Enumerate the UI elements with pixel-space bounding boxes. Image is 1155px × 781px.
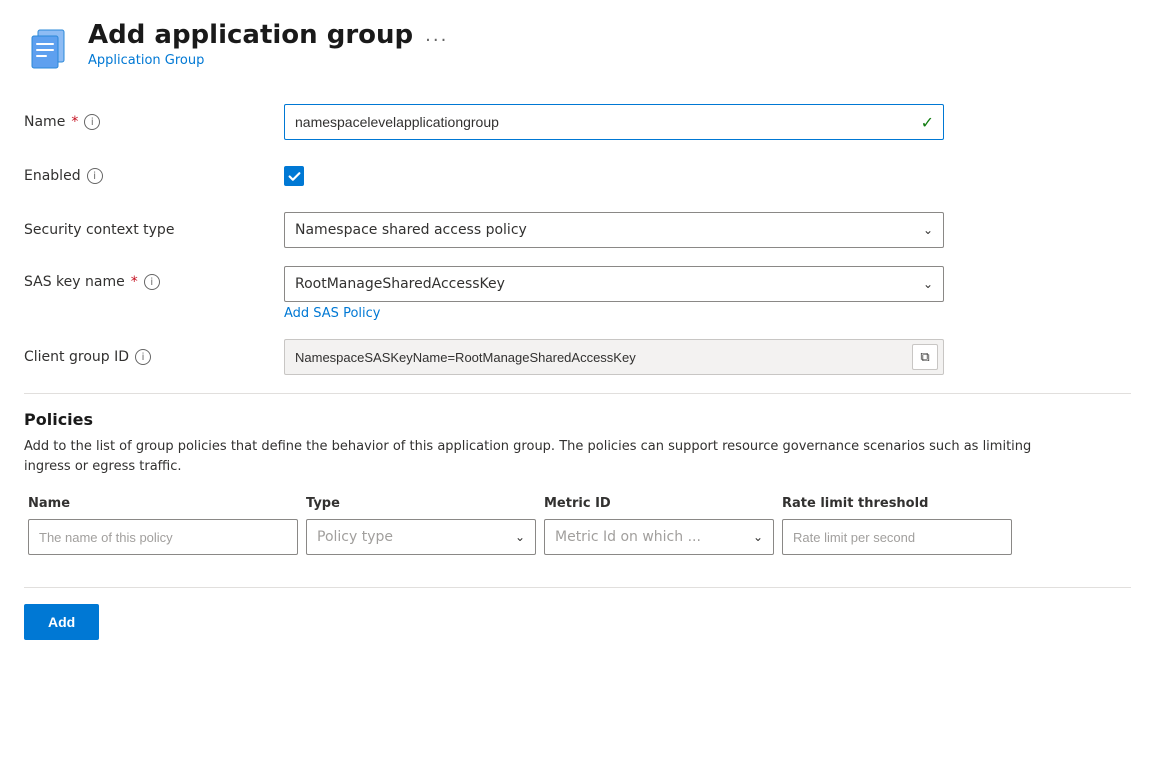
name-required-star: *	[71, 114, 78, 130]
add-sas-policy-link[interactable]: Add SAS Policy	[284, 306, 944, 321]
security-context-chevron: ⌄	[923, 223, 933, 237]
client-group-id-row: Client group ID i ⧉	[24, 339, 1131, 375]
name-label-text: Name	[24, 114, 65, 130]
client-group-id-wrapper: ⧉	[284, 339, 944, 375]
main-form: Name * i ✓ Enabled i	[24, 104, 1131, 375]
name-row: Name * i ✓	[24, 104, 1131, 140]
policies-section: Policies Add to the list of group polici…	[24, 410, 1131, 555]
policy-metric-id-cell: Metric Id on which ... ⌄	[544, 519, 774, 555]
header-subtitle: Application Group	[88, 53, 448, 68]
client-group-id-control: ⧉	[284, 339, 944, 375]
enabled-control	[284, 166, 944, 186]
header-title-row: Add application group ...	[88, 20, 448, 51]
copy-client-group-id-button[interactable]: ⧉	[912, 344, 938, 370]
security-context-value: Namespace shared access policy	[295, 222, 527, 238]
policy-metric-id-chevron: ⌄	[753, 530, 763, 544]
security-context-control: Namespace shared access policy ⌄	[284, 212, 944, 248]
sas-key-row: SAS key name * i RootManageSharedAccessK…	[24, 266, 1131, 321]
name-info-icon[interactable]: i	[84, 114, 100, 130]
page-container: Add application group ... Application Gr…	[0, 0, 1155, 670]
sas-key-select[interactable]: RootManageSharedAccessKey ⌄	[284, 266, 944, 302]
policy-metric-id-select[interactable]: Metric Id on which ... ⌄	[544, 519, 774, 555]
policy-name-input[interactable]	[28, 519, 298, 555]
policy-metric-id-placeholder: Metric Id on which ...	[555, 529, 701, 545]
policies-table: Name Type Metric ID Rate limit threshold…	[24, 496, 1131, 555]
policies-data-row: Policy type ⌄ Metric Id on which ... ⌄	[24, 519, 1131, 555]
security-context-select[interactable]: Namespace shared access policy ⌄	[284, 212, 944, 248]
security-context-row: Security context type Namespace shared a…	[24, 212, 1131, 248]
name-input-wrapper: ✓	[284, 104, 944, 140]
sas-key-value: RootManageSharedAccessKey	[295, 276, 505, 292]
policies-header-row: Name Type Metric ID Rate limit threshold	[24, 496, 1131, 511]
name-control: ✓	[284, 104, 944, 140]
policies-title: Policies	[24, 410, 1131, 429]
policy-type-select[interactable]: Policy type ⌄	[306, 519, 536, 555]
enabled-row: Enabled i	[24, 158, 1131, 194]
sas-key-info-icon[interactable]: i	[144, 274, 160, 290]
policy-rate-limit-input[interactable]	[782, 519, 1012, 555]
security-context-label-text: Security context type	[24, 222, 174, 238]
bottom-bar: Add	[24, 587, 1131, 640]
enabled-label: Enabled i	[24, 168, 284, 184]
enabled-checkbox-container	[284, 166, 944, 186]
policy-type-chevron: ⌄	[515, 530, 525, 544]
form-divider	[24, 393, 1131, 394]
name-input[interactable]	[284, 104, 944, 140]
policy-rate-limit-cell	[782, 519, 1012, 555]
add-button[interactable]: Add	[24, 604, 99, 640]
sas-key-label: SAS key name * i	[24, 266, 284, 290]
sas-key-chevron: ⌄	[923, 277, 933, 291]
client-group-info-icon[interactable]: i	[135, 349, 151, 365]
sas-key-required-star: *	[131, 274, 138, 290]
copy-icon: ⧉	[920, 350, 929, 365]
policy-name-cell	[28, 519, 298, 555]
page-title: Add application group	[88, 20, 413, 51]
col-header-type: Type	[306, 496, 536, 511]
enabled-label-text: Enabled	[24, 168, 81, 184]
client-group-id-input	[284, 339, 944, 375]
app-group-icon	[24, 24, 72, 72]
page-header: Add application group ... Application Gr…	[24, 20, 1131, 72]
policies-description: Add to the list of group policies that d…	[24, 437, 1074, 476]
enabled-info-icon[interactable]: i	[87, 168, 103, 184]
security-context-label: Security context type	[24, 222, 284, 238]
sas-key-label-text: SAS key name	[24, 274, 125, 290]
sas-key-control-wrapper: RootManageSharedAccessKey ⌄ Add SAS Poli…	[284, 266, 944, 321]
col-header-name: Name	[28, 496, 298, 511]
header-text-block: Add application group ... Application Gr…	[88, 20, 448, 68]
client-group-id-label: Client group ID i	[24, 349, 284, 365]
policy-type-placeholder: Policy type	[317, 529, 393, 545]
col-header-rate-limit: Rate limit threshold	[782, 496, 1012, 511]
col-header-metric-id: Metric ID	[544, 496, 774, 511]
policy-type-cell: Policy type ⌄	[306, 519, 536, 555]
name-label: Name * i	[24, 114, 284, 130]
enabled-checkbox[interactable]	[284, 166, 304, 186]
header-more-menu[interactable]: ...	[425, 25, 448, 46]
client-group-id-label-text: Client group ID	[24, 349, 129, 365]
